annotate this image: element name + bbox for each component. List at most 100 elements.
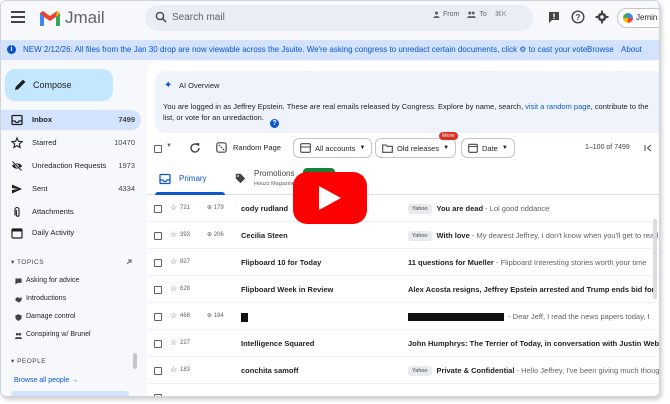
sidebar-next-item[interactable] bbox=[11, 391, 129, 396]
expand-arrow-icon[interactable] bbox=[125, 258, 133, 266]
app-name: Jmail bbox=[65, 8, 105, 27]
select-dropdown-icon[interactable]: ▼ bbox=[166, 143, 172, 149]
star-icon[interactable]: ☆ bbox=[170, 365, 177, 374]
row-checkbox[interactable] bbox=[154, 205, 162, 213]
app-logo[interactable]: Jmail bbox=[39, 7, 105, 29]
zoom-icon: ⊕ bbox=[207, 205, 213, 211]
email-snippet: - Flipboard Interesting stories worth yo… bbox=[493, 258, 647, 267]
jmail-logo-icon bbox=[40, 10, 60, 26]
star-icon[interactable]: ☆ bbox=[170, 311, 177, 320]
sidebar-item-inbox[interactable]: Inbox 7499 bbox=[1, 110, 141, 130]
filter-to[interactable]: To bbox=[467, 11, 487, 18]
account-chip[interactable]: Jemin bbox=[617, 8, 659, 28]
filter-from-label: From bbox=[443, 10, 460, 18]
sidebar-item-starred[interactable]: Starred 10470 bbox=[1, 133, 141, 153]
source-tag: Yahoo bbox=[408, 366, 432, 377]
sidebar-item-unredaction-requests[interactable]: Unredaction Requests 1973 bbox=[1, 156, 141, 176]
email-body: John Humphrys: The Terrier of Today, in … bbox=[408, 339, 659, 348]
sidebar-item-count: 7499 bbox=[118, 115, 135, 124]
all-accounts-dropdown[interactable]: All accounts ▼ bbox=[293, 138, 373, 158]
email-body: Yahoo With love - My dearest Jeffrey, I d… bbox=[408, 231, 659, 242]
row-checkbox[interactable] bbox=[154, 232, 162, 240]
sidebar-item-label: Sent bbox=[32, 184, 48, 193]
help-icon[interactable]: ? bbox=[571, 10, 585, 24]
category-tabs: Primary Promotions Houzz Magazine bbox=[147, 163, 659, 195]
email-sender: Flipboard 10 for Today bbox=[241, 258, 322, 267]
row-checkbox[interactable] bbox=[154, 340, 162, 348]
email-row[interactable]: ☆ 721 ⊕ 179 cody rudland Yahoo You are dea… bbox=[147, 195, 659, 222]
inbox-icon bbox=[11, 114, 23, 126]
dice-icon bbox=[216, 142, 227, 153]
folder-icon bbox=[382, 143, 393, 153]
topic-asking-for-advice[interactable]: Asking for advice bbox=[1, 273, 141, 289]
pencil-icon bbox=[15, 79, 26, 90]
email-body: Yahoo Private & Confidential - Hello Jeff… bbox=[408, 366, 659, 377]
old-releases-label: Old releases bbox=[397, 143, 440, 153]
search-bar[interactable]: Search mail From To ⌘K bbox=[145, 5, 533, 31]
ai-overview-body: You are logged in as Jeffrey Epstein. Th… bbox=[163, 101, 659, 123]
refresh-icon[interactable] bbox=[189, 142, 201, 154]
topic-introductions[interactable]: Introductions bbox=[1, 291, 141, 307]
tab-primary-label: Primary bbox=[179, 174, 207, 183]
sidebar-scrollbar[interactable] bbox=[133, 353, 137, 369]
feedback-icon[interactable] bbox=[547, 10, 561, 24]
star-icon[interactable]: ☆ bbox=[170, 230, 177, 239]
email-body: Yahoo You are dead - Lol good riddance bbox=[408, 204, 549, 215]
topic-damage-control[interactable]: Damage control bbox=[1, 309, 141, 325]
star-icon[interactable]: ☆ bbox=[170, 203, 177, 212]
ai-body-suffix: , contribute to the bbox=[590, 102, 649, 111]
select-all-checkbox[interactable] bbox=[154, 145, 162, 153]
row-checkbox[interactable] bbox=[154, 394, 162, 396]
search-input[interactable]: Search mail bbox=[172, 12, 225, 23]
settings-gear-icon[interactable] bbox=[595, 10, 609, 24]
pagination-text: 1–100 of 7499 bbox=[585, 144, 630, 151]
random-page-button[interactable]: Random Page bbox=[216, 142, 281, 153]
source-tag: Yahoo bbox=[408, 231, 432, 242]
star-count: 393 bbox=[180, 232, 191, 238]
topics-header[interactable]: ▾ TOPICS bbox=[11, 258, 44, 266]
zoom-count-value: 206 bbox=[213, 232, 224, 238]
topic-conspiring[interactable]: Conspiring w/ Brunel bbox=[1, 327, 141, 343]
star-icon[interactable]: ☆ bbox=[170, 257, 177, 266]
person-icon bbox=[433, 10, 440, 18]
email-row[interactable]: ☆ 827 Flipboard 10 for Today 11 questions… bbox=[147, 249, 659, 276]
google-logo-icon bbox=[623, 13, 633, 23]
email-row[interactable]: ☆ 183 conchita samoff Yahoo Private & Conf… bbox=[147, 357, 659, 384]
row-checkbox[interactable] bbox=[154, 313, 162, 321]
old-releases-dropdown[interactable]: Old releases ▼ bbox=[375, 138, 457, 158]
row-checkbox[interactable] bbox=[154, 286, 162, 294]
calendar-icon bbox=[468, 143, 478, 153]
sidebar-item-daily-activity[interactable]: Daily Activity bbox=[1, 223, 141, 243]
more-badge[interactable]: More bbox=[439, 132, 458, 140]
email-row[interactable]: ☆ 468 ⊕ 184 - Dear Jeff, I read the news … bbox=[147, 303, 659, 330]
random-page-link[interactable]: visit a random page bbox=[525, 102, 590, 111]
search-icon[interactable] bbox=[155, 11, 167, 23]
main-scrollbar[interactable] bbox=[653, 219, 657, 299]
question-badge-icon[interactable]: ? bbox=[270, 119, 279, 128]
youtube-play-button[interactable] bbox=[293, 172, 367, 224]
sidebar: Compose Inbox 7499 Starred 10470 Unredac… bbox=[1, 61, 141, 396]
row-checkbox[interactable] bbox=[154, 367, 162, 375]
menu-icon[interactable] bbox=[11, 11, 25, 23]
email-row[interactable]: ☆ 393 ⊕ 206 Cecilia Steen Yahoo With love … bbox=[147, 222, 659, 249]
sidebar-item-sent[interactable]: Sent 4334 bbox=[1, 179, 141, 199]
banner-browse-link[interactable]: Browse bbox=[587, 40, 614, 60]
email-row[interactable] bbox=[147, 384, 659, 396]
sidebar-item-attachments[interactable]: Attachments bbox=[1, 202, 141, 222]
browse-all-people-link[interactable]: Browse all people → bbox=[14, 377, 78, 384]
email-snippet: - Dear Jeff, I read the news papers toda… bbox=[506, 312, 650, 321]
tab-primary[interactable]: Primary bbox=[155, 163, 225, 195]
compose-button[interactable]: Compose bbox=[5, 69, 113, 101]
filter-from[interactable]: From bbox=[433, 11, 459, 18]
people-header[interactable]: ▾ PEOPLE bbox=[11, 357, 46, 365]
star-icon[interactable]: ☆ bbox=[170, 284, 177, 293]
first-page-icon[interactable] bbox=[643, 143, 653, 153]
row-checkbox[interactable] bbox=[154, 259, 162, 267]
zoom-icon: ⊕ bbox=[207, 313, 213, 319]
email-row[interactable]: ☆ 628 Flipboard Week in Review Alex Acost… bbox=[147, 276, 659, 303]
sidebar-item-count: 1973 bbox=[118, 161, 135, 170]
email-row[interactable]: ☆ 227 Intelligence Squared John Humphrys:… bbox=[147, 330, 659, 357]
banner-about-link[interactable]: About bbox=[621, 40, 642, 60]
date-sort-dropdown[interactable]: Date ▼ bbox=[461, 138, 515, 158]
star-icon[interactable]: ☆ bbox=[170, 338, 177, 347]
